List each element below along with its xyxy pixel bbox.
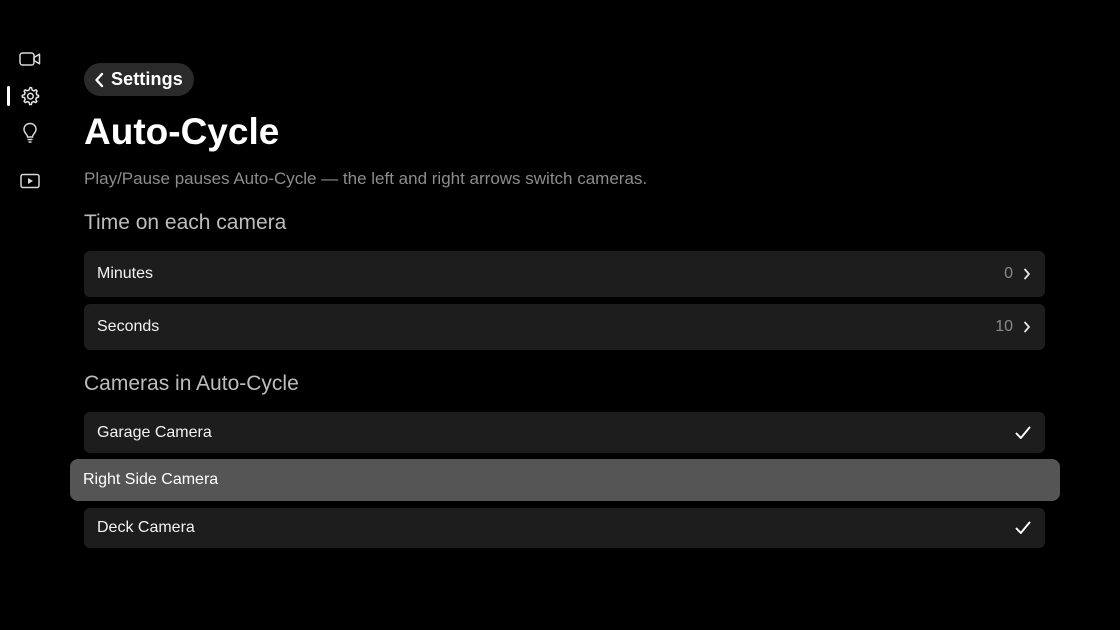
checkmark-icon <box>1015 520 1031 536</box>
back-button-label: Settings <box>111 69 183 89</box>
camera-row-garage[interactable]: Garage Camera <box>84 412 1045 453</box>
minutes-row[interactable]: Minutes 0 <box>84 251 1045 297</box>
chevron-left-icon <box>94 72 104 88</box>
camera-label: Deck Camera <box>97 519 195 536</box>
camera-row-right-side[interactable]: Right Side Camera <box>70 459 1060 501</box>
minutes-label: Minutes <box>97 265 154 282</box>
camera-label: Garage Camera <box>97 423 212 441</box>
section-header-cameras: Cameras in Auto-Cycle <box>84 372 299 395</box>
seconds-row[interactable]: Seconds 10 <box>84 304 1045 350</box>
play-box-icon[interactable] <box>19 170 41 192</box>
lightbulb-icon[interactable] <box>19 122 41 144</box>
active-indicator <box>7 86 10 106</box>
page-subtitle: Play/Pause pauses Auto-Cycle — the left … <box>84 169 648 188</box>
minutes-value: 0 <box>1004 265 1013 282</box>
seconds-value: 10 <box>995 318 1013 335</box>
seconds-label: Seconds <box>97 318 160 335</box>
section-header-time: Time on each camera <box>84 211 287 234</box>
back-button[interactable]: Settings <box>84 63 194 96</box>
camera-row-deck[interactable]: Deck Camera <box>84 508 1045 548</box>
gear-icon[interactable] <box>19 85 41 107</box>
checkmark-icon <box>1015 425 1031 441</box>
video-camera-icon[interactable] <box>19 48 41 70</box>
camera-label: Right Side Camera <box>83 471 219 488</box>
sidebar <box>0 0 60 630</box>
page-title: Auto-Cycle <box>84 111 280 152</box>
chevron-right-icon <box>1022 267 1032 281</box>
chevron-right-icon <box>1022 320 1032 334</box>
